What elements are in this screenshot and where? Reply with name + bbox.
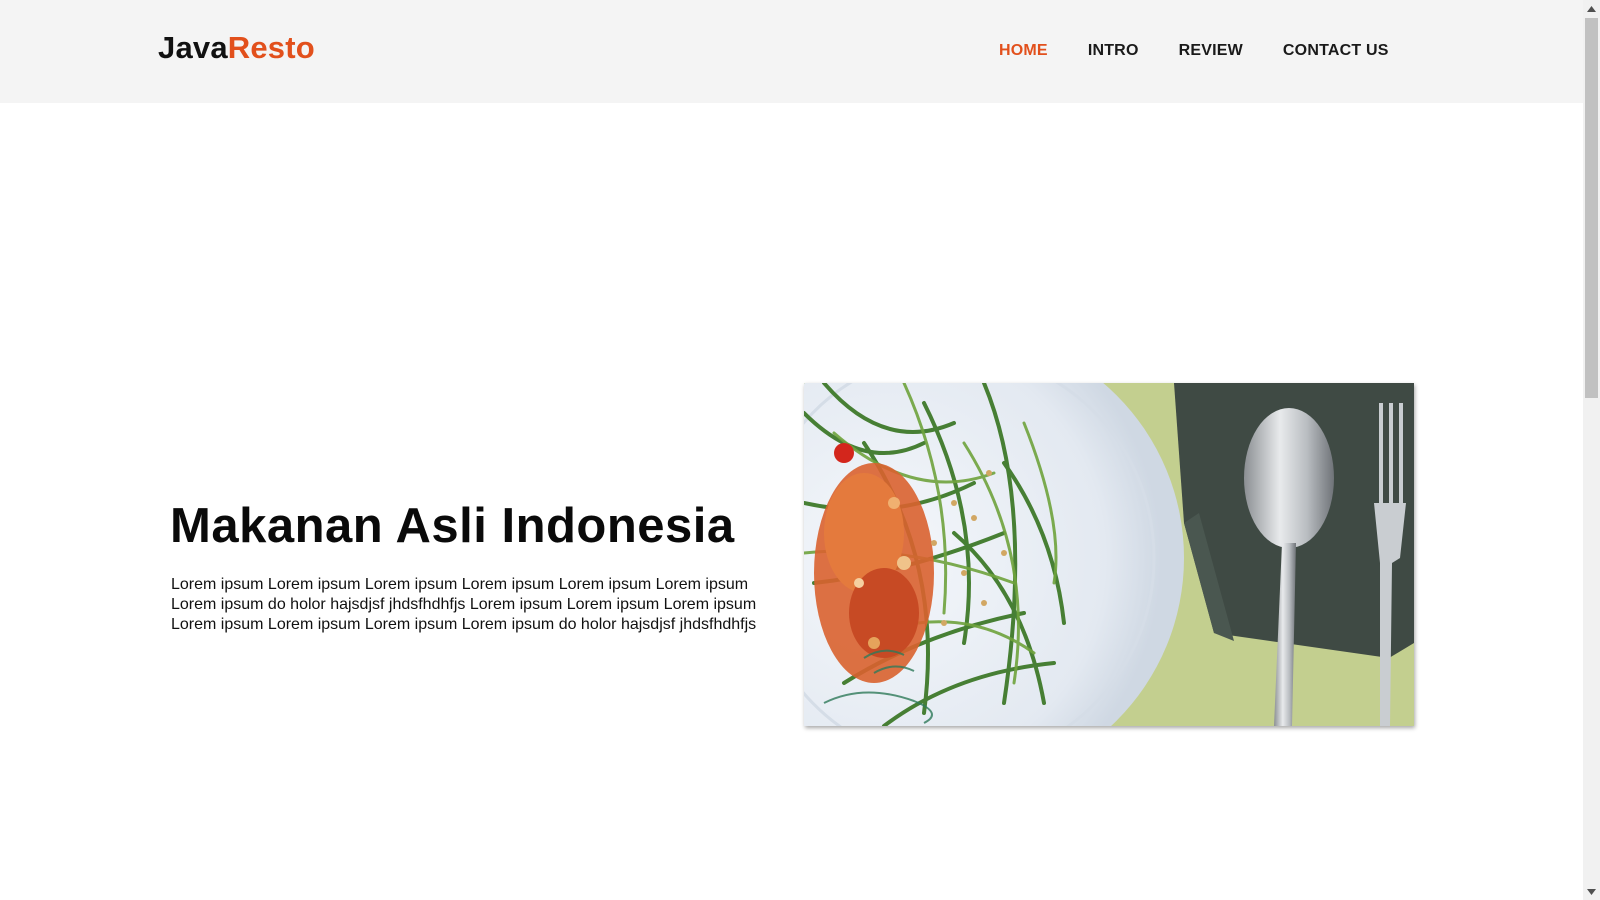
hero-description: Lorem ipsum Lorem ipsum Lorem ipsum Lore… bbox=[171, 575, 771, 635]
brand-name-part2: Resto bbox=[227, 30, 315, 65]
hero-description-line: Lorem ipsum Lorem ipsum Lorem ipsum Lore… bbox=[171, 616, 757, 633]
nav-home[interactable]: HOME bbox=[999, 42, 1048, 60]
nav-review[interactable]: REVIEW bbox=[1179, 42, 1243, 60]
page-viewport: JavaResto HOME INTRO REVIEW CONTACT US M… bbox=[0, 0, 1583, 900]
vertical-scrollbar[interactable] bbox=[1583, 0, 1600, 900]
main-nav: HOME INTRO REVIEW CONTACT US bbox=[999, 42, 1389, 60]
scroll-down-arrow-icon[interactable] bbox=[1583, 883, 1600, 900]
brand-logo[interactable]: JavaResto bbox=[158, 30, 315, 66]
nav-intro[interactable]: INTRO bbox=[1088, 42, 1139, 60]
brand-name-part1: Java bbox=[158, 30, 228, 65]
hero-title: Makanan Asli Indonesia bbox=[170, 499, 735, 553]
scroll-thumb[interactable] bbox=[1585, 18, 1598, 398]
scroll-up-arrow-icon[interactable] bbox=[1583, 0, 1600, 17]
hero-description-line: Lorem ipsum do holor hajsdjsf jhdsfhdhfj… bbox=[171, 596, 757, 613]
hero-food-image bbox=[804, 383, 1414, 726]
nav-contact-us[interactable]: CONTACT US bbox=[1283, 42, 1389, 60]
navbar: JavaResto HOME INTRO REVIEW CONTACT US bbox=[0, 0, 1583, 103]
hero-description-line: Lorem ipsum Lorem ipsum Lorem ipsum Lore… bbox=[171, 576, 749, 593]
